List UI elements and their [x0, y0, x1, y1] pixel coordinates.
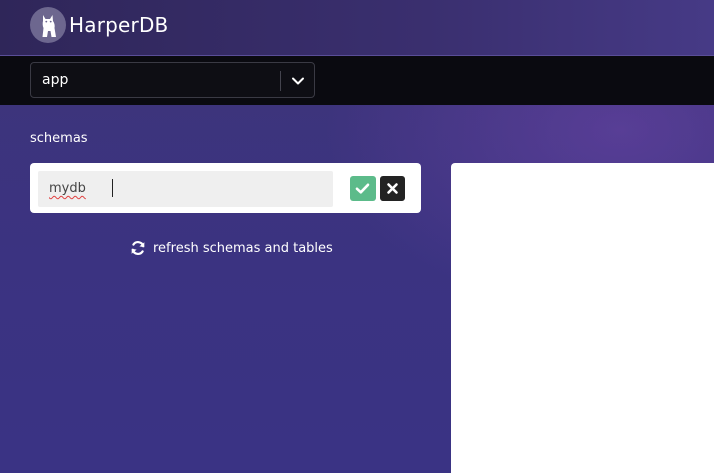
schema-entry-card: mydb [30, 163, 421, 213]
close-icon [387, 183, 398, 194]
check-icon [355, 183, 370, 194]
dropdown-separator [280, 71, 281, 91]
logo-text[interactable]: HarperDB [69, 13, 168, 37]
app-header: HarperDB [0, 0, 714, 56]
harperdb-dog-logo-icon[interactable] [30, 7, 66, 43]
refresh-icon [131, 241, 145, 255]
chevron-down-icon[interactable] [290, 73, 306, 89]
schema-name-input-value: mydb [49, 181, 86, 196]
schemas-heading: schemas [30, 131, 88, 146]
cancel-schema-button[interactable] [380, 176, 405, 201]
confirm-schema-button[interactable] [350, 176, 376, 201]
app-select-value: app [42, 72, 69, 88]
refresh-schemas-link[interactable]: refresh schemas and tables [130, 239, 333, 257]
app-select-dropdown[interactable]: app [30, 62, 315, 98]
text-caret [112, 179, 113, 197]
tables-panel [451, 163, 714, 473]
refresh-label: refresh schemas and tables [153, 240, 333, 256]
toolbar: app [0, 56, 714, 105]
